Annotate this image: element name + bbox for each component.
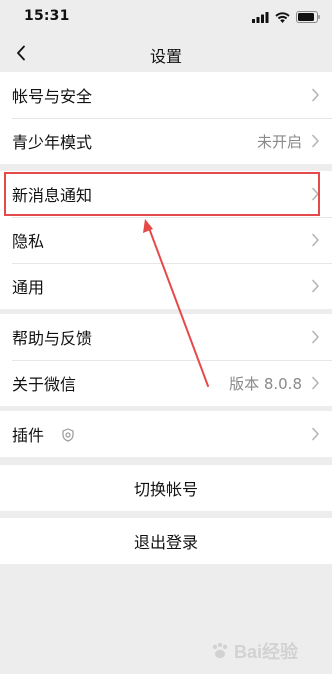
settings-item-help-feedback[interactable]: 帮助与反馈 (0, 314, 332, 360)
chevron-right-icon (312, 134, 319, 148)
logout-group: 退出登录 (0, 518, 332, 564)
paw-icon (212, 642, 228, 659)
logout-button[interactable]: 退出登录 (0, 518, 332, 564)
settings-group-plugins: 插件 (0, 411, 332, 457)
settings-item-value: 未开启 (256, 132, 302, 151)
plugin-shield-icon (62, 428, 74, 442)
nav-bar: 设置 (0, 34, 332, 72)
page-title: 设置 (149, 47, 182, 66)
status-bar: 15:31 (0, 0, 332, 34)
battery-icon (296, 11, 320, 23)
settings-item-label: 通用 (12, 278, 45, 297)
chevron-right-icon (312, 376, 319, 390)
wifi-icon (275, 11, 290, 23)
switch-account-group: 切换帐号 (0, 465, 332, 511)
settings-item-account-security[interactable]: 帐号与安全 (0, 72, 332, 118)
chevron-right-icon (312, 88, 319, 102)
settings-item-label: 关于微信 (12, 375, 77, 394)
logout-label: 退出登录 (133, 533, 198, 552)
switch-account-label: 切换帐号 (133, 480, 198, 499)
status-time: 15:31 (24, 8, 70, 24)
watermark-text: Bai经验 (233, 642, 298, 662)
chevron-right-icon (312, 427, 319, 441)
settings-group-account: 帐号与安全 青少年模式 未开启 (0, 72, 332, 164)
settings-item-label: 隐私 (12, 232, 45, 251)
settings-item-plugins[interactable]: 插件 (0, 411, 332, 457)
settings-item-label: 帮助与反馈 (12, 329, 93, 348)
settings-item-privacy[interactable]: 隐私 (0, 217, 332, 263)
signal-icon (252, 11, 269, 23)
settings-item-label: 插件 (12, 426, 45, 445)
chevron-right-icon (312, 330, 319, 344)
switch-account-button[interactable]: 切换帐号 (0, 465, 332, 511)
settings-item-about-wechat[interactable]: 关于微信 版本 8.0.8 (0, 360, 332, 406)
settings-item-youth-mode[interactable]: 青少年模式 未开启 (0, 118, 332, 164)
annotation-highlight-box (4, 172, 320, 216)
settings-item-label: 青少年模式 (12, 133, 93, 152)
settings-item-label: 帐号与安全 (12, 87, 93, 106)
settings-group-help: 帮助与反馈 关于微信 版本 8.0.8 (0, 314, 332, 406)
settings-item-general[interactable]: 通用 (0, 263, 332, 309)
status-icons (252, 10, 320, 24)
chevron-right-icon (312, 233, 319, 247)
chevron-right-icon (312, 279, 319, 293)
watermark: Bai经验 (210, 638, 298, 664)
settings-item-value: 版本 8.0.8 (229, 374, 302, 393)
